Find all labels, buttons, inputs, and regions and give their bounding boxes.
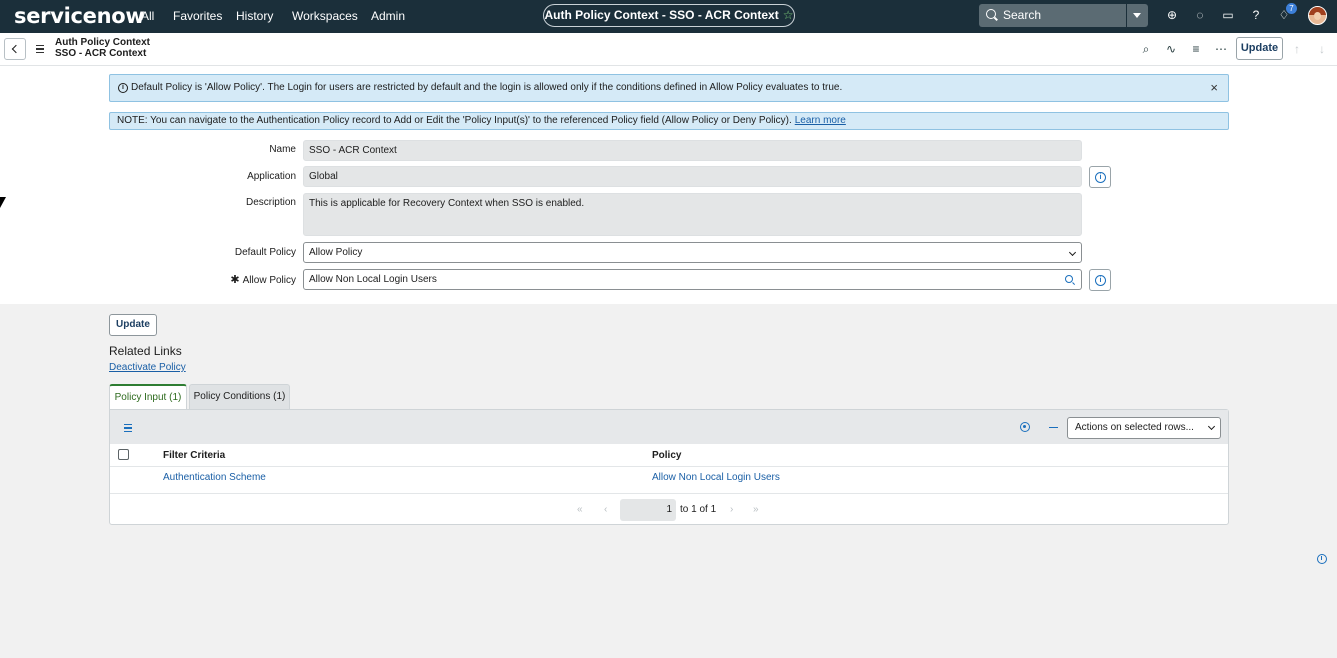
activity-icon[interactable]: ∿ [1164,42,1178,56]
tab-policy-input[interactable]: Policy Input (1) [109,384,187,409]
mandatory-icon: ✱ [230,274,240,286]
name-label: Name [269,144,296,155]
related-links-title: Related Links [109,344,182,358]
policy-input-list: Actions on selected rows... Filter Crite… [109,409,1229,525]
top-navigation-bar: servicenow All Favorites History Workspa… [0,0,1337,33]
actions-on-selected-rows-select[interactable]: Actions on selected rows... [1067,417,1221,439]
info-icon: i [1095,172,1106,183]
collapse-icon[interactable] [1049,427,1058,429]
select-all-checkbox[interactable] [118,449,129,460]
deactivate-policy-link[interactable]: Deactivate Policy [109,362,186,373]
header-update-button[interactable]: Update [1236,37,1283,60]
application-info-button[interactable]: i [1089,166,1111,188]
help-icon[interactable]: ? [1249,8,1263,22]
default-policy-select[interactable]: Allow Policy [303,242,1082,263]
info-icon: i [1095,275,1106,286]
globe-icon[interactable]: ⊕ [1165,8,1179,22]
form-record-name: SSO - ACR Context [55,48,147,59]
row-policy-link[interactable]: Allow Non Local Login Users [652,472,780,483]
page-count-label: to 1 of 1 [680,504,717,515]
next-record-icon[interactable]: ↓ [1316,42,1328,56]
allow-policy-lookup-button[interactable] [1059,269,1082,290]
page-number-input[interactable]: 1 [620,499,676,521]
notification-count-badge: 7 [1286,3,1297,14]
search-placeholder: Search [1003,8,1042,22]
next-page-icon[interactable]: › [730,504,733,515]
header-divider [110,466,1228,467]
description-label: Description [245,197,296,208]
nav-workspaces[interactable]: Workspaces [292,9,358,23]
form-context-menu-icon[interactable] [36,45,44,53]
note-alert: NOTE: You can navigate to the Authentica… [109,112,1229,130]
info-icon: i [118,83,128,93]
allow-policy-label: ✱ Allow Policy [96,273,296,286]
gear-icon[interactable] [1020,422,1030,432]
application-field: Global [303,166,1082,187]
search-scope-dropdown[interactable] [1127,4,1148,27]
name-field: SSO - ACR Context [303,140,1082,161]
allow-policy-label-text: Allow Policy [242,275,296,286]
note-alert-text: NOTE: You can navigate to the Authentica… [117,115,792,126]
search-icon [1065,275,1073,283]
learn-more-link[interactable]: Learn more [795,115,846,126]
update-button[interactable]: Update [109,314,157,336]
attachment-icon[interactable]: ⌕ [1139,42,1153,56]
nav-all[interactable]: All [141,9,154,23]
default-policy-label: Default Policy [234,247,296,258]
allow-policy-reference-field[interactable]: Allow Non Local Login Users [303,269,1060,290]
chat-icon[interactable]: ◌ [1193,8,1207,22]
timer-icon[interactable] [1317,554,1327,564]
form-body: i Default Policy is 'Allow Policy'. The … [0,66,1337,304]
close-icon[interactable]: × [1210,75,1218,101]
nav-admin[interactable]: Admin [371,9,405,23]
global-search-input[interactable]: Search [979,4,1126,27]
application-label: Application [247,171,296,182]
column-header-filter-criteria[interactable]: Filter Criteria [163,450,225,461]
star-icon[interactable]: ☆ [783,8,794,22]
servicenow-logo[interactable]: servicenow [14,4,145,28]
default-policy-info-alert: i Default Policy is 'Allow Policy'. The … [109,74,1229,102]
more-options-icon[interactable]: ⋯ [1214,42,1228,56]
mouse-cursor-icon [0,197,6,208]
form-table-name: Auth Policy Context [55,37,151,48]
info-alert-text: Default Policy is 'Allow Policy'. The Lo… [131,82,843,93]
previous-record-icon[interactable]: ↑ [1291,42,1303,56]
list-toolbar: Actions on selected rows... [110,410,1228,444]
avatar-face [1314,12,1321,20]
context-title: Auth Policy Context - SSO - ACR Context [544,8,779,22]
row-divider [110,493,1228,494]
search-icon [986,9,996,19]
tab-policy-conditions[interactable]: Policy Conditions (1) [189,384,290,409]
personalize-icon[interactable]: ≡ [1189,42,1203,56]
row-filter-criteria-link[interactable]: Authentication Scheme [163,472,266,483]
column-header-policy[interactable]: Policy [652,450,681,461]
nav-history[interactable]: History [236,9,273,23]
back-button[interactable] [4,38,26,60]
first-page-icon[interactable]: « [577,504,583,515]
list-menu-icon[interactable] [124,424,132,434]
inbox-icon[interactable]: ▭ [1221,8,1235,22]
last-page-icon[interactable]: » [753,504,759,515]
form-header: Auth Policy Context SSO - ACR Context ⌕ … [0,33,1337,66]
context-title-pill[interactable]: Auth Policy Context - SSO - ACR Context ☆ [543,4,795,27]
description-field: This is applicable for Recovery Context … [303,193,1082,236]
nav-favorites[interactable]: Favorites [173,9,222,23]
allow-policy-info-button[interactable]: i [1089,269,1111,291]
user-avatar[interactable] [1308,6,1327,25]
previous-page-icon[interactable]: ‹ [604,504,607,515]
